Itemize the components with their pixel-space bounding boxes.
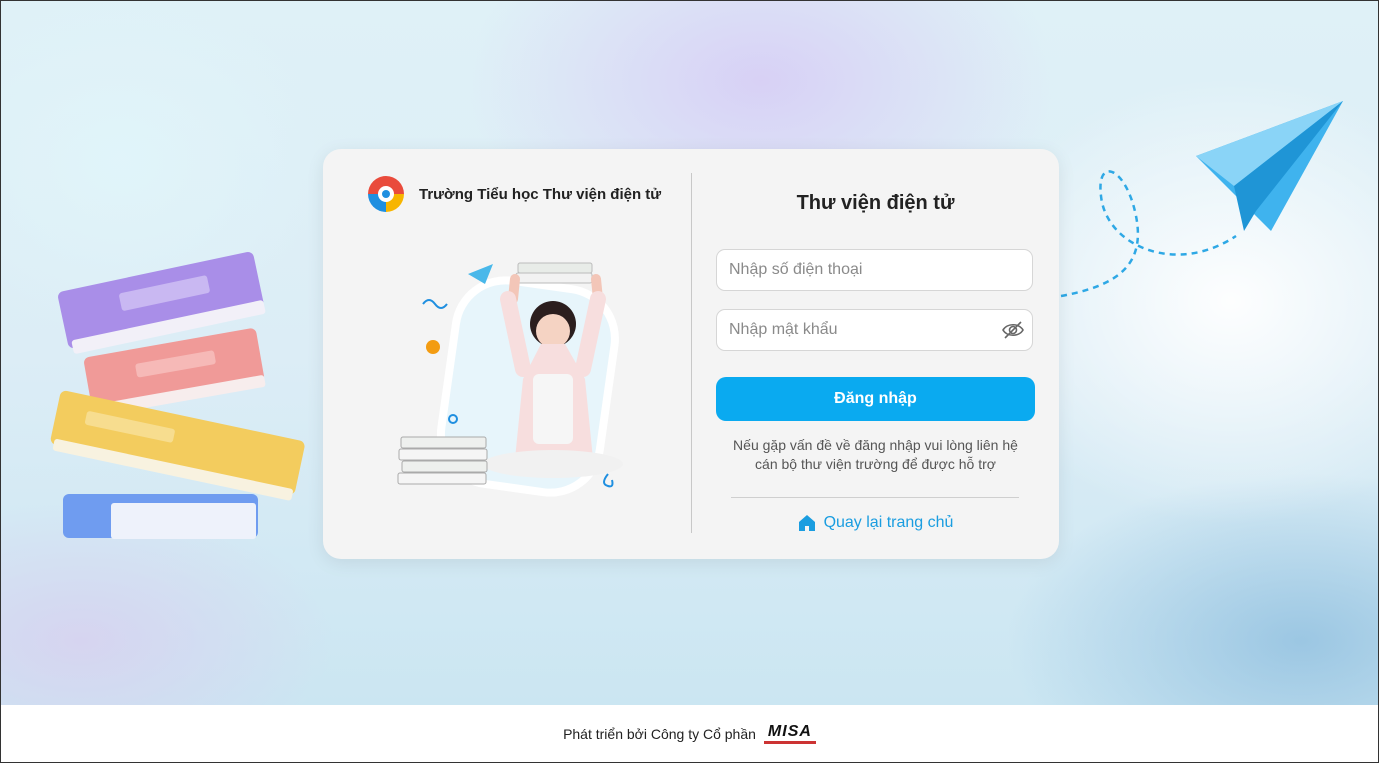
phone-field[interactable] <box>716 249 1033 291</box>
books-stack-illustration <box>50 251 305 539</box>
school-logo-icon <box>368 176 404 212</box>
phone-input[interactable] <box>717 250 991 290</box>
misa-logo-underline <box>763 740 816 744</box>
paper-plane-illustration <box>1060 101 1343 298</box>
login-title: Thư viện điện tử <box>796 192 955 214</box>
misa-logo: MISA <box>763 722 816 744</box>
help-line-1: Nếu gặp vấn đề về đăng nhập vui lòng liê… <box>733 437 1018 453</box>
school-name: Trường Tiểu học Thư viện điện tử <box>419 185 662 203</box>
misa-logo-text: MISA <box>767 722 812 740</box>
brand-header: Trường Tiểu học Thư viện điện tử <box>365 173 661 215</box>
home-icon <box>798 515 815 531</box>
footer: Phát triển bởi Công ty Cổ phần MISA <box>1 705 1378 762</box>
page-frame: Trường Tiểu học Thư viện điện tử Thư việ <box>0 0 1379 763</box>
back-home-label: Quay lại trang chủ <box>823 514 954 531</box>
help-divider <box>731 497 1019 498</box>
password-input[interactable] <box>717 310 991 350</box>
back-home-link[interactable]: Quay lại trang chủ <box>692 514 1059 532</box>
password-field[interactable] <box>716 309 1033 351</box>
login-help-text: Nếu gặp vấn đề về đăng nhập vui lòng liê… <box>716 436 1035 474</box>
help-line-2: cán bộ thư viện trường để được hỗ trợ <box>755 456 996 472</box>
login-card: Trường Tiểu học Thư viện điện tử Thư việ <box>323 149 1059 559</box>
footer-text: Phát triển bởi Công ty Cổ phần <box>563 725 756 742</box>
card-divider <box>691 173 692 533</box>
student-reading-illustration <box>397 262 623 497</box>
eye-slash-icon[interactable] <box>1002 320 1024 340</box>
login-button[interactable]: Đăng nhập <box>716 377 1035 421</box>
